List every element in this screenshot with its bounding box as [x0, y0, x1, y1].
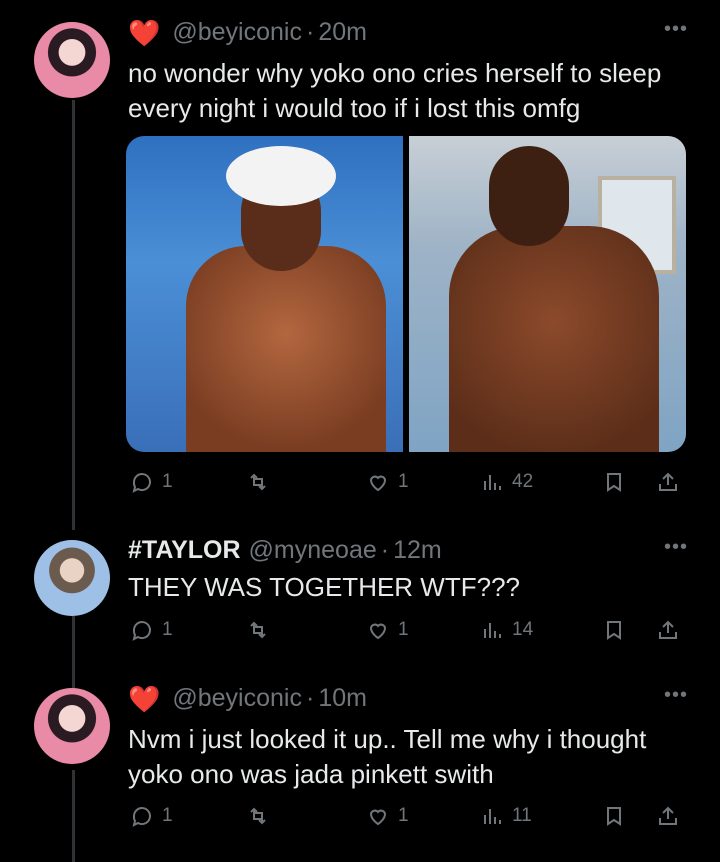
share-icon	[659, 472, 677, 491]
share-button[interactable]	[656, 618, 680, 642]
retweet-button[interactable]	[246, 470, 270, 494]
tweet-text: Nvm i just looked it up.. Tell me why i …	[128, 724, 647, 789]
avatar[interactable]	[34, 540, 110, 616]
reply-button[interactable]: 1	[130, 618, 173, 642]
tweet-1[interactable]: ❤️ @beyiconic · 20m ••• no wonder why yo…	[0, 18, 720, 508]
bookmark-icon	[607, 621, 621, 640]
bookmark-button[interactable]	[602, 618, 626, 642]
views-icon	[484, 475, 501, 490]
heart-emoji: ❤️	[128, 17, 161, 48]
retweet-icon	[250, 621, 266, 639]
retweet-icon	[250, 473, 266, 491]
views-button[interactable]: 42	[480, 470, 533, 494]
reply-icon	[132, 473, 151, 493]
separator-dot: ·	[380, 536, 390, 564]
tweet-header: ❤️ @beyiconic · 10m	[128, 684, 367, 713]
separator-dot: ·	[305, 684, 315, 712]
action-bar: 1 1 11	[128, 804, 688, 834]
like-button[interactable]: 1	[366, 470, 409, 494]
share-icon	[659, 806, 677, 825]
tweet-text: no wonder why yoko ono cries herself to …	[128, 58, 662, 123]
bookmark-icon	[607, 807, 621, 826]
share-icon	[659, 620, 677, 639]
views-icon	[484, 809, 501, 824]
bookmark-button[interactable]	[602, 804, 626, 828]
tweet-header: ❤️ @beyiconic · 20m	[128, 18, 367, 47]
bookmark-button[interactable]	[602, 470, 626, 494]
tweet-2[interactable]: #TAYLOR @myneoae · 12m ••• THEY WAS TOGE…	[0, 536, 720, 656]
like-icon	[369, 809, 387, 826]
photo[interactable]	[126, 136, 403, 452]
more-icon[interactable]: •••	[664, 18, 688, 41]
timestamp[interactable]: 10m	[318, 684, 367, 713]
views-button[interactable]: 11	[480, 804, 532, 828]
like-button[interactable]: 1	[366, 618, 409, 642]
heart-emoji: ❤️	[128, 683, 161, 714]
tweet-3[interactable]: ❤️ @beyiconic · 10m ••• Nvm i just looke…	[0, 684, 720, 844]
handle[interactable]: @myneoae	[249, 536, 377, 565]
views-button[interactable]: 14	[480, 618, 533, 642]
like-icon	[369, 475, 387, 492]
avatar[interactable]	[34, 22, 110, 98]
like-button[interactable]: 1	[366, 804, 409, 828]
media-grid[interactable]	[126, 136, 686, 452]
bookmark-icon	[607, 473, 621, 492]
separator-dot: ·	[305, 18, 315, 46]
views-icon	[484, 623, 501, 638]
retweet-button[interactable]	[246, 804, 270, 828]
share-button[interactable]	[656, 804, 680, 828]
display-name[interactable]: #TAYLOR	[128, 536, 241, 565]
photo[interactable]	[409, 136, 686, 452]
tweet-text: THEY WAS TOGETHER WTF???	[128, 572, 520, 602]
retweet-button[interactable]	[246, 618, 270, 642]
retweet-icon	[250, 807, 266, 825]
timestamp[interactable]: 12m	[393, 536, 442, 565]
reply-button[interactable]: 1	[130, 470, 173, 494]
reply-icon	[132, 807, 151, 827]
action-bar: 1 1 42	[128, 470, 688, 500]
timestamp[interactable]: 20m	[318, 18, 367, 47]
more-icon[interactable]: •••	[664, 684, 688, 707]
avatar[interactable]	[34, 688, 110, 764]
reply-button[interactable]: 1	[130, 804, 173, 828]
like-icon	[369, 623, 387, 640]
reply-icon	[132, 621, 151, 641]
handle[interactable]: @beyiconic	[172, 18, 302, 47]
more-icon[interactable]: •••	[664, 536, 688, 559]
handle[interactable]: @beyiconic	[172, 684, 302, 713]
share-button[interactable]	[656, 470, 680, 494]
action-bar: 1 1 14	[128, 618, 688, 648]
tweet-header: #TAYLOR @myneoae · 12m	[128, 536, 442, 565]
